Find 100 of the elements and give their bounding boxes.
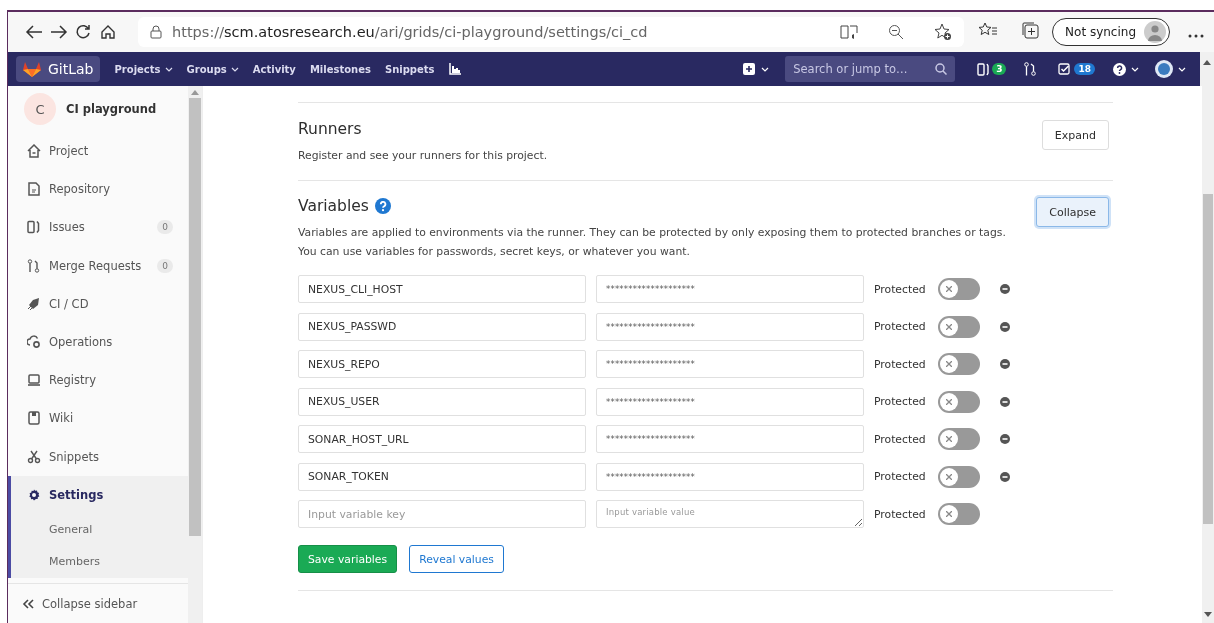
protected-label: Protected [874,507,927,521]
variable-key-field[interactable]: Input variable key [298,500,586,528]
cloud-gear-icon [27,335,41,350]
new-menu-button[interactable] [743,63,770,75]
reader-icon[interactable] [840,24,859,40]
toggle-switch[interactable] [938,278,980,300]
toggle-switch[interactable] [938,353,980,375]
laptop-icon [27,373,41,388]
protected-label: Protected [874,395,927,408]
caret-icon [230,66,239,72]
sidebar-item[interactable]: Repository [8,170,188,209]
gear-icon [27,487,41,502]
chart-icon[interactable] [448,63,461,75]
forward-icon[interactable] [49,24,68,40]
count-badge: 0 [157,220,173,235]
toggle-switch[interactable] [938,390,980,413]
search-field[interactable]: Search or jump to… [785,56,956,82]
toggle-switch[interactable] [938,315,980,338]
issues-icon [977,62,990,76]
scrollbar-thumb[interactable] [189,98,201,536]
remove-icon[interactable] [1000,434,1010,444]
x-icon [946,286,952,292]
nav-menu-item[interactable]: Projects [107,63,180,75]
double-chevron-icon [22,598,34,609]
variable-value-field[interactable]: ******************** [596,425,864,453]
merge-request-icon [27,258,41,273]
help-icon[interactable] [374,198,391,214]
sidebar-item[interactable]: Settings [11,475,188,514]
url-text: https://scm.atosresearch.eu/ari/grids/ci-playground/settings/ci_cd [172,24,649,40]
variable-key-field[interactable]: SONAR_TOKEN [298,462,586,491]
sidebar-item[interactable]: Operations [8,322,188,362]
remove-icon[interactable] [1000,359,1010,369]
variable-value-field[interactable]: ******************** [596,275,864,303]
remove-icon[interactable] [1000,471,1010,482]
remove-icon[interactable] [1000,396,1010,407]
variable-key-field[interactable]: NEXUS_CLI_HOST [298,275,586,303]
nav-menu-item[interactable]: Milestones [302,63,378,75]
scroll-down-icon[interactable] [1204,612,1212,617]
sidebar-subitem[interactable]: General [11,513,188,546]
variable-value-field[interactable]: Input variable value [596,500,864,528]
variable-value-field[interactable]: ******************** [596,462,864,491]
protected-label: Protected [874,320,927,333]
protected-label: Protected [874,357,927,371]
sidebar-item[interactable]: Registry [8,361,188,400]
gitlab-logo[interactable]: GitLab [16,56,100,82]
scrollbar-thumb[interactable] [1203,194,1213,524]
variable-value-field[interactable]: ******************** [596,387,864,416]
rocket-icon [27,296,41,311]
user-menu-button[interactable] [1155,60,1186,78]
lock-icon [150,25,163,39]
x-icon [946,361,952,367]
remove-icon[interactable] [1000,321,1010,332]
home-icon[interactable] [99,24,116,40]
project-avatar[interactable]: C [24,93,56,125]
merge-request-icon[interactable] [1024,62,1037,76]
back-icon[interactable] [25,24,44,40]
variable-value-field[interactable]: ******************** [596,350,864,378]
section-title: Variables [298,197,369,215]
project-name[interactable]: CI playground [66,102,157,116]
scroll-up-icon[interactable] [1203,60,1211,65]
sidebar-subitem[interactable]: Members [11,545,188,578]
expand-button[interactable]: Expand [1041,120,1109,150]
remove-icon[interactable] [1000,284,1010,294]
sidebar-item[interactable]: Issues 0 [8,208,188,247]
address-bar[interactable]: https://scm.atosresearch.eu/ari/grids/ci-playground/settings/ci_cd [138,17,965,47]
favorites-icon[interactable] [978,22,999,38]
collections-icon[interactable] [1020,21,1041,39]
zoom-out-icon[interactable] [888,24,905,40]
caret-icon [1131,66,1139,72]
sidebar-item[interactable]: Wiki [8,399,188,438]
sidebar-item[interactable]: Merge Requests 0 [8,246,188,285]
document-icon [27,182,41,197]
toggle-switch[interactable] [938,503,980,525]
more-icon[interactable] [1188,33,1204,38]
profile-button[interactable]: Not syncing [1052,18,1170,46]
x-icon [946,436,952,442]
collapse-button[interactable]: Collapse [1036,197,1109,227]
nav-menu-item[interactable]: Groups [179,63,246,75]
nav-menu-item[interactable]: Snippets [377,63,442,75]
sidebar-item[interactable]: Project [8,132,188,171]
variable-key-field[interactable]: NEXUS_REPO [298,350,586,378]
refresh-icon[interactable] [75,24,92,40]
variable-key-field[interactable]: NEXUS_USER [298,387,586,416]
help-menu-button[interactable] [1113,62,1139,76]
x-icon [946,398,952,405]
sidebar-item[interactable]: CI / CD [8,284,188,323]
scissors-icon [27,449,41,464]
star-add-icon[interactable] [934,23,953,41]
variable-key-field[interactable]: SONAR_HOST_URL [298,425,586,453]
nav-menu-item[interactable]: Activity [245,63,303,75]
toggle-switch[interactable] [938,428,980,450]
caret-icon [761,66,770,72]
section-description: Variables are applied to environments via the runner. They can be protected by only exposing them to protected branches or tags. You can use variables for passwords, secret keys, or whatever you want. [298,225,1007,260]
reveal-values-button[interactable]: Reveal values [409,545,504,573]
variable-value-field[interactable]: ******************** [596,312,864,341]
variable-key-field[interactable]: NEXUS_PASSWD [298,312,586,341]
book-icon [27,411,41,426]
toggle-switch[interactable] [938,465,980,488]
sidebar-item[interactable]: Snippets [8,437,188,476]
help-icon [1113,62,1126,76]
